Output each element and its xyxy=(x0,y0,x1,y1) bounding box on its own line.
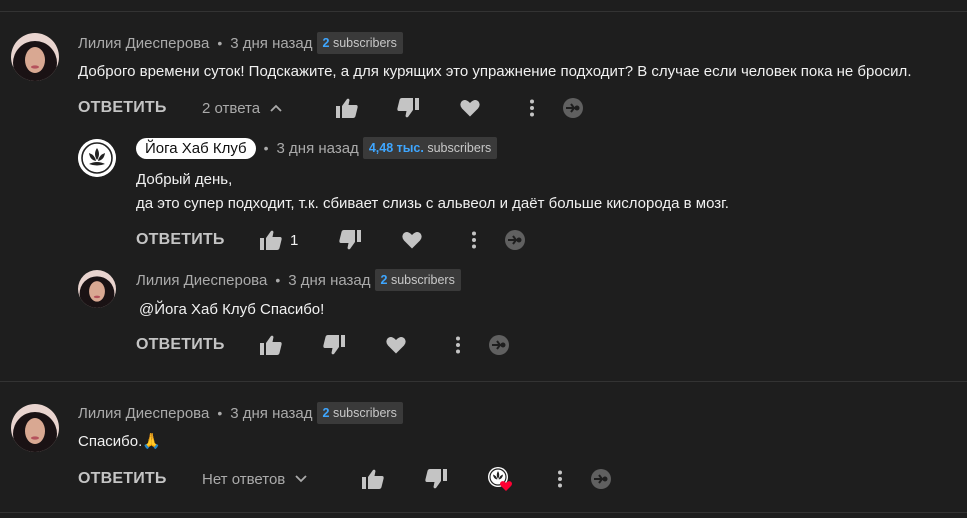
author-name[interactable]: Лилия Диесперова xyxy=(78,35,209,52)
chevron-down-icon xyxy=(295,472,307,486)
comment-text-body: Спасибо. xyxy=(78,433,143,450)
reply-button[interactable]: ОТВЕТИТЬ xyxy=(136,226,225,254)
comment-actions: ОТВЕТИТЬ Нет ответов xyxy=(78,465,638,493)
replies-toggle[interactable]: 2 ответа xyxy=(202,94,282,122)
comment-text: @Йога Хаб Клуб Спасибо! xyxy=(139,301,325,318)
thumb-up-icon[interactable] xyxy=(260,226,282,254)
thumb-up-icon[interactable] xyxy=(260,331,282,359)
comment-meta: Йога Хаб Клуб • 3 дня назад 4,48 тыс. su… xyxy=(136,136,498,160)
author-name[interactable]: Лилия Диесперова xyxy=(136,272,267,289)
separator-dot: • xyxy=(217,405,223,421)
timestamp[interactable]: 3 дня назад xyxy=(230,405,312,422)
avatar[interactable] xyxy=(11,404,59,452)
separator-dot: • xyxy=(217,35,223,51)
subscriber-label: subscribers xyxy=(390,273,455,287)
more-vert-icon[interactable] xyxy=(471,226,477,254)
top-divider xyxy=(0,11,967,12)
extension-badge-icon[interactable] xyxy=(488,331,510,359)
replies-toggle-label: Нет ответов xyxy=(202,470,286,488)
heart-icon[interactable] xyxy=(386,331,406,359)
more-vert-icon[interactable] xyxy=(455,331,461,359)
subscriber-badge: 2 subscribers xyxy=(316,402,403,424)
replies-toggle[interactable]: Нет ответов xyxy=(202,465,307,493)
comment-actions: ОТВЕТИТЬ 1 xyxy=(136,226,536,254)
more-vert-icon[interactable] xyxy=(557,465,563,493)
comment-actions: ОТВЕТИТЬ xyxy=(136,331,536,359)
subscriber-badge: 4,48 тыс. subscribers xyxy=(362,137,498,159)
comment-actions: ОТВЕТИТЬ 2 ответа xyxy=(78,94,598,122)
author-name[interactable]: Лилия Диесперова xyxy=(78,405,209,422)
thumb-down-icon[interactable] xyxy=(397,94,419,122)
timestamp[interactable]: 3 дня назад xyxy=(288,272,370,289)
like-count: 1 xyxy=(290,231,299,249)
subscriber-label: subscribers xyxy=(332,36,397,50)
thumb-up-icon[interactable] xyxy=(362,465,384,493)
praying-hands-emoji: 🙏 xyxy=(142,433,161,450)
subscriber-count: 4,48 тыс. xyxy=(368,141,424,155)
subscriber-count: 2 xyxy=(322,406,330,420)
comment-text-line-2: да это супер подходит, т.к. сбивает слиз… xyxy=(136,195,729,212)
subscriber-count: 2 xyxy=(322,36,330,50)
thumb-down-icon[interactable] xyxy=(339,226,361,254)
bottom-divider xyxy=(0,512,967,513)
subscriber-count: 2 xyxy=(380,273,388,287)
extension-badge-icon[interactable] xyxy=(562,94,584,122)
avatar[interactable] xyxy=(78,270,116,308)
comment-meta: Лилия Диесперова • 3 дня назад 2 subscri… xyxy=(78,31,403,55)
more-vert-icon[interactable] xyxy=(529,94,535,122)
extension-badge-icon[interactable] xyxy=(590,465,612,493)
timestamp[interactable]: 3 дня назад xyxy=(230,35,312,52)
thread-divider xyxy=(0,381,967,382)
extension-badge-icon[interactable] xyxy=(504,226,526,254)
reply-button[interactable]: ОТВЕТИТЬ xyxy=(136,331,225,359)
reply-button[interactable]: ОТВЕТИТЬ xyxy=(78,94,167,122)
comment-text-line-1: Добрый день, xyxy=(136,171,233,188)
heart-icon[interactable] xyxy=(402,226,422,254)
subscriber-badge: 2 subscribers xyxy=(316,32,403,54)
thumb-up-icon[interactable] xyxy=(336,94,358,122)
avatar[interactable] xyxy=(11,33,59,81)
subscriber-label: subscribers xyxy=(427,141,492,155)
heart-icon[interactable] xyxy=(460,94,480,122)
comment-text: Доброго времени суток! Подскажите, а для… xyxy=(78,63,912,80)
creator-heart-icon[interactable] xyxy=(487,465,513,493)
thumb-down-icon[interactable] xyxy=(323,331,345,359)
reply-button[interactable]: ОТВЕТИТЬ xyxy=(78,465,167,493)
replies-toggle-label: 2 ответа xyxy=(202,99,261,117)
channel-avatar[interactable] xyxy=(78,139,116,177)
timestamp[interactable]: 3 дня назад xyxy=(277,140,359,157)
chevron-up-icon xyxy=(270,101,282,115)
separator-dot: • xyxy=(263,140,269,156)
thumb-down-icon[interactable] xyxy=(425,465,447,493)
separator-dot: • xyxy=(275,272,281,288)
subscriber-badge: 2 subscribers xyxy=(374,269,461,291)
comment-text: Спасибо.🙏 xyxy=(78,429,161,454)
comment-meta: Лилия Диесперова • 3 дня назад 2 subscri… xyxy=(136,268,461,292)
comment-meta: Лилия Диесперова • 3 дня назад 2 subscri… xyxy=(78,401,403,425)
author-name-highlighted[interactable]: Йога Хаб Клуб xyxy=(136,137,256,159)
subscriber-label: subscribers xyxy=(332,406,397,420)
